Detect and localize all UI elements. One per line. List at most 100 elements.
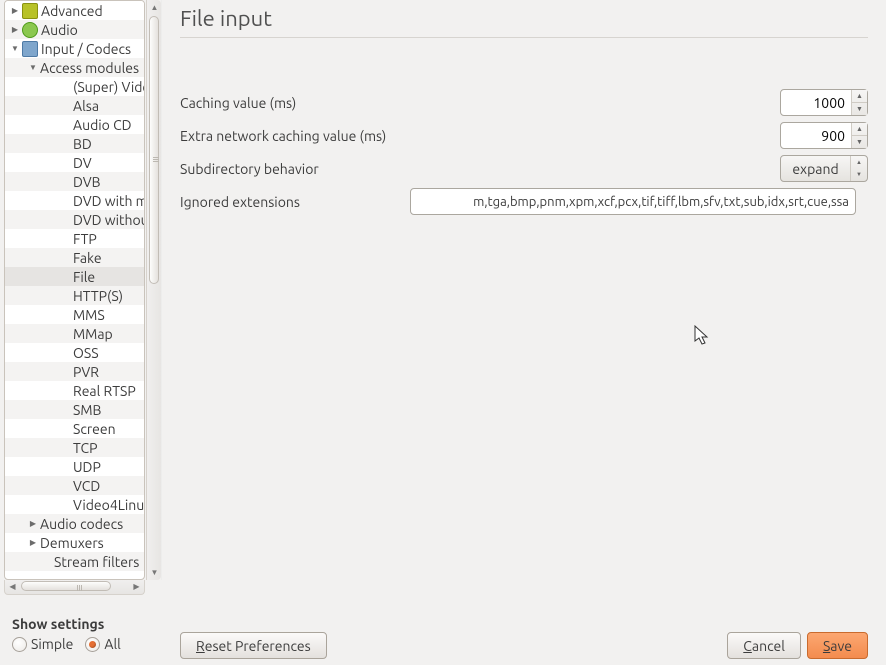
show-settings-group: Show settings Simple All: [12, 616, 121, 652]
tree-item[interactable]: ▶Audio codecs: [5, 514, 144, 533]
tree-item[interactable]: TCP: [5, 438, 144, 457]
tree-item-label: Advanced: [41, 3, 103, 19]
tree-item-label: Audio CD: [73, 117, 132, 133]
tree-item[interactable]: ▶ Advanced: [5, 1, 144, 20]
simple-radio[interactable]: Simple: [12, 636, 73, 652]
extra-step-down[interactable]: ▼: [852, 136, 867, 148]
scroll-right-button[interactable]: ▶: [129, 580, 144, 593]
tree-item-label: FTP: [73, 231, 97, 247]
all-radio-label: All: [104, 636, 120, 652]
tree-item-label: Input / Codecs: [41, 41, 131, 57]
combo-arrow-down-icon: ▼: [851, 169, 867, 182]
subdir-label: Subdirectory behavior: [180, 161, 780, 177]
caching-input[interactable]: [781, 90, 851, 115]
advanced-icon: [22, 3, 38, 19]
tree-item[interactable]: UDP: [5, 457, 144, 476]
tree-item[interactable]: DVB: [5, 172, 144, 191]
expander-open-icon[interactable]: ▼: [27, 62, 39, 74]
separator: [180, 37, 868, 38]
tree-item[interactable]: Video4Linux: [5, 495, 144, 514]
tree-item[interactable]: DVD without menus: [5, 210, 144, 229]
horizontal-scroll-thumb[interactable]: [21, 581, 111, 591]
tree-item[interactable]: BD: [5, 134, 144, 153]
tree-item-label: Alsa: [73, 98, 99, 114]
vertical-scroll-thumb[interactable]: [149, 16, 159, 284]
save-button[interactable]: Save: [807, 632, 868, 659]
tree-item[interactable]: Stream filters: [5, 552, 144, 571]
tree-item[interactable]: MMS: [5, 305, 144, 324]
tree-item-label: Access modules: [40, 60, 139, 76]
audio-icon: [22, 22, 38, 38]
tree-item[interactable]: MMap: [5, 324, 144, 343]
caching-step-down[interactable]: ▼: [852, 103, 867, 115]
tree-item[interactable]: SMB: [5, 400, 144, 419]
panel-title: File input: [180, 6, 868, 31]
tree-item-label: File: [73, 269, 95, 285]
tree-item[interactable]: Fake: [5, 248, 144, 267]
tree-item[interactable]: Real RTSP: [5, 381, 144, 400]
tree-item-label: OSS: [73, 345, 99, 361]
tree-horizontal-scrollbar[interactable]: ◀ ▶: [4, 580, 145, 595]
codecs-icon: [22, 41, 38, 57]
tree-item-label: Video4Linux: [73, 497, 144, 513]
scroll-down-button[interactable]: ▼: [147, 565, 162, 580]
tree-item[interactable]: Audio CD: [5, 115, 144, 134]
all-radio[interactable]: All: [85, 636, 120, 652]
tree-item[interactable]: ▼Access modules: [5, 58, 144, 77]
tree-item[interactable]: Alsa: [5, 96, 144, 115]
tree-item[interactable]: ▶ Audio: [5, 20, 144, 39]
caching-spinbox[interactable]: ▲ ▼: [780, 89, 868, 116]
tree-item-label: DVD without menus: [73, 212, 144, 228]
reset-preferences-button[interactable]: Reset Preferences: [180, 632, 327, 659]
tree-item[interactable]: Screen: [5, 419, 144, 438]
tree-item[interactable]: FTP: [5, 229, 144, 248]
expander-closed-icon[interactable]: ▶: [9, 24, 21, 36]
tree-item-label: Audio: [41, 22, 78, 38]
caching-step-up[interactable]: ▲: [852, 90, 867, 103]
tree-vertical-scrollbar[interactable]: ▲ ▼: [146, 0, 161, 580]
sidebar: ▶Advanced▶Audio▼Input / Codecs▼Access mo…: [4, 0, 162, 608]
radio-off-icon: [12, 637, 27, 652]
tree-item[interactable]: OSS: [5, 343, 144, 362]
tree-item-label: SMB: [73, 402, 101, 418]
tree-item[interactable]: DV: [5, 153, 144, 172]
scroll-up-button[interactable]: ▲: [147, 0, 162, 15]
tree-item-label: Demuxers: [40, 535, 104, 551]
show-settings-label: Show settings: [12, 616, 121, 632]
tree-item-label: UDP: [73, 459, 101, 475]
ignored-label: Ignored extensions: [180, 194, 410, 210]
ignored-extensions-input[interactable]: [410, 188, 856, 215]
simple-radio-label: Simple: [31, 636, 73, 652]
tree-item-label: Screen: [73, 421, 116, 437]
tree-item[interactable]: ▼ Input / Codecs: [5, 39, 144, 58]
extra-step-up[interactable]: ▲: [852, 123, 867, 136]
expander-closed-icon[interactable]: ▶: [27, 518, 39, 530]
tree-item-label: Fake: [73, 250, 102, 266]
expander-open-icon[interactable]: ▼: [9, 43, 21, 55]
tree-item-label: DVB: [73, 174, 101, 190]
expander-closed-icon[interactable]: ▶: [9, 5, 21, 17]
tree-item[interactable]: PVR: [5, 362, 144, 381]
extra-caching-input[interactable]: [781, 123, 851, 148]
preferences-tree[interactable]: ▶Advanced▶Audio▼Input / Codecs▼Access mo…: [4, 0, 145, 580]
radio-on-icon: [85, 637, 100, 652]
tree-item[interactable]: VCD: [5, 476, 144, 495]
expander-none-icon: [41, 556, 53, 568]
tree-item-label: BD: [73, 136, 92, 152]
tree-item-label: Stream filters: [54, 554, 139, 570]
expander-closed-icon[interactable]: ▶: [27, 537, 39, 549]
scroll-left-button[interactable]: ◀: [5, 580, 20, 593]
subdir-value: expand: [781, 161, 850, 177]
tree-item-label: TCP: [73, 440, 98, 456]
tree-item-label: DVD with menus: [73, 193, 144, 209]
tree-item[interactable]: ▶Demuxers: [5, 533, 144, 552]
extra-caching-spinbox[interactable]: ▲ ▼: [780, 122, 868, 149]
tree-item[interactable]: File: [5, 267, 144, 286]
tree-item[interactable]: HTTP(S): [5, 286, 144, 305]
subdir-combobox[interactable]: expand ▲ ▼: [780, 155, 868, 182]
tree-item[interactable]: (Super) Video CD: [5, 77, 144, 96]
cancel-button[interactable]: Cancel: [727, 632, 801, 659]
tree-item[interactable]: DVD with menus: [5, 191, 144, 210]
tree-item-label: Audio codecs: [40, 516, 123, 532]
caching-label: Caching value (ms): [180, 95, 780, 111]
